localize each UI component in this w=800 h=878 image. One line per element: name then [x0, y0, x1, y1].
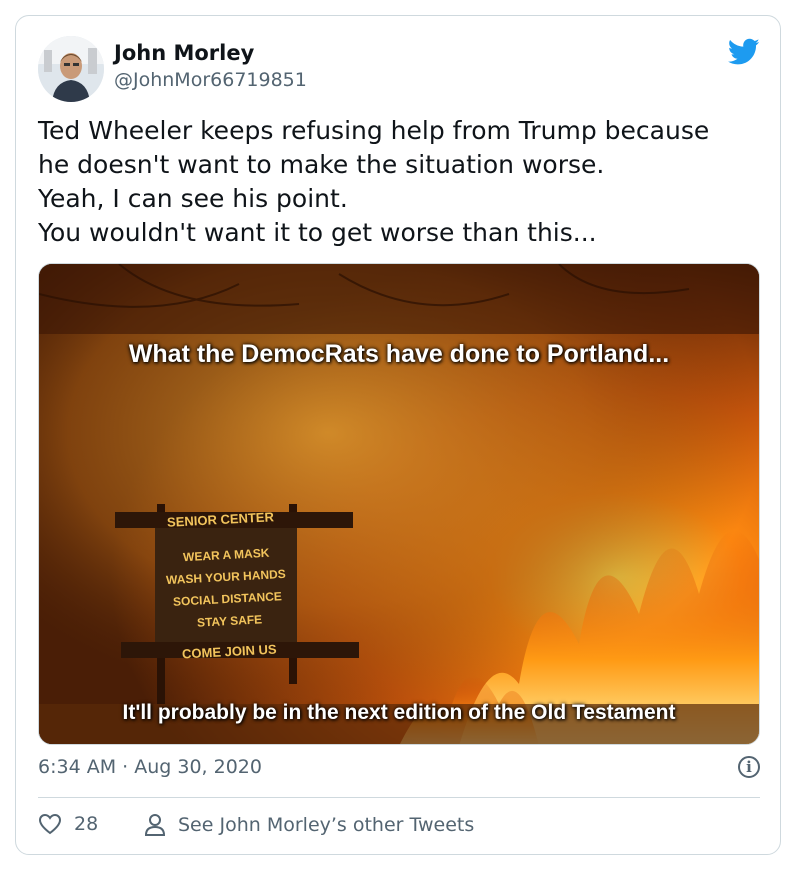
author-handle[interactable]: @JohnMor66719851	[114, 69, 307, 91]
image-caption-top: What the DemocRats have done to Portland…	[128, 340, 670, 368]
like-count: 28	[74, 813, 99, 835]
like-button[interactable]: 28	[38, 813, 98, 835]
tweet-text-line: You wouldn't want it to get worse than t…	[38, 218, 597, 247]
fire-scene	[39, 264, 759, 744]
image-caption-bottom: It'll probably be in the next edition of…	[122, 701, 676, 724]
see-other-tweets-link[interactable]: See John Morley’s other Tweets	[144, 813, 474, 837]
tweet-text-line: Yeah, I can see his point.	[38, 184, 348, 213]
heart-icon	[38, 813, 62, 835]
tweet-card: John Morley @JohnMor66719851 Ted Wheeler…	[15, 15, 781, 855]
divider	[38, 797, 760, 798]
avatar[interactable]	[38, 36, 104, 102]
see-other-tweets-label: See John Morley’s other Tweets	[178, 814, 475, 836]
tweet-text: Ted Wheeler keeps refusing help from Tru…	[38, 114, 768, 250]
twitter-bird-icon[interactable]	[727, 38, 760, 66]
tweet-media-image[interactable]: SENIOR CENTER WEAR A MASK WASH YOUR HAND…	[38, 263, 760, 745]
tweet-timestamp[interactable]: 6:34 AM · Aug 30, 2020	[38, 756, 262, 778]
info-icon[interactable]: i	[738, 756, 760, 778]
tweet-text-line: he doesn't want to make the situation wo…	[38, 150, 605, 179]
person-icon	[144, 814, 166, 836]
tweet-text-line: Ted Wheeler keeps refusing help from Tru…	[38, 116, 710, 145]
author-name[interactable]: John Morley	[114, 41, 254, 65]
